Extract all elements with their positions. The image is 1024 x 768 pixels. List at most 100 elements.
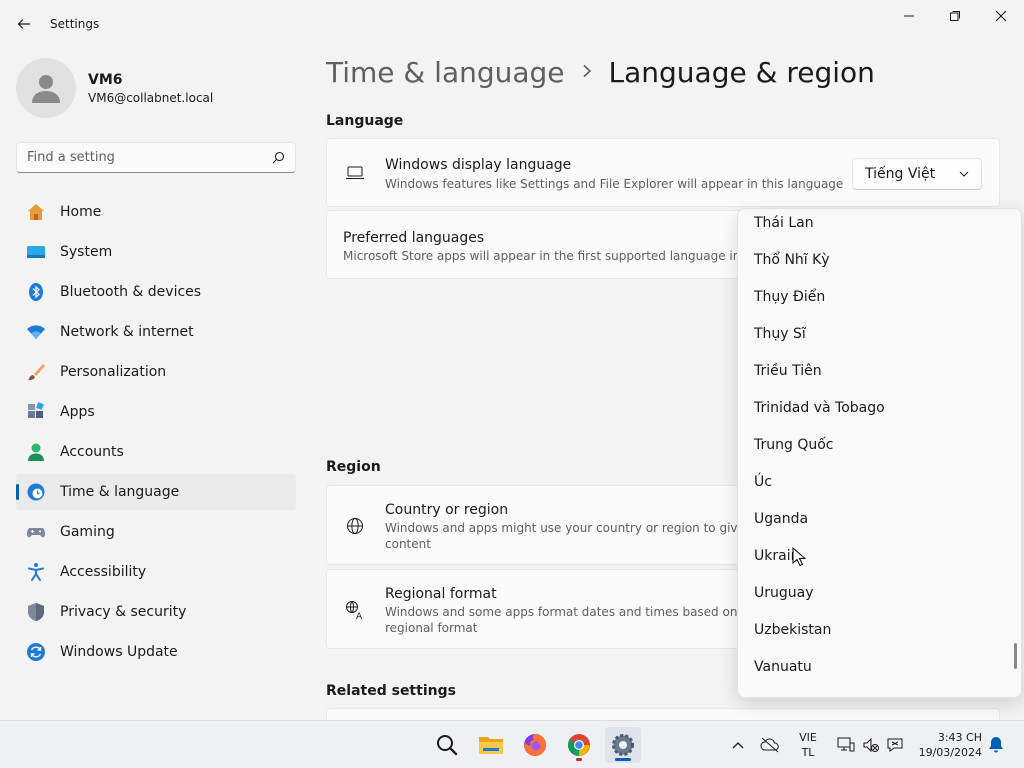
user-profile[interactable]: VM6 VM6@collabnet.local [16,58,213,118]
dropdown-option[interactable]: Trung Quốc [754,437,834,453]
gamepad-icon [26,522,46,542]
minimize-button[interactable] [886,0,932,32]
display-language-value: Tiếng Việt [865,166,936,182]
search-icon [437,735,458,756]
regional-format-icon: A [345,600,365,620]
show-hidden-icons-button[interactable] [728,735,748,755]
dropdown-scrollbar[interactable] [1014,643,1017,669]
chevron-down-icon [959,171,969,177]
globe-icon [345,516,365,536]
region-section-title: Region [326,459,381,475]
preferred-languages-title: Preferred languages [343,230,485,246]
country-region-desc-line2: content [385,537,431,551]
dropdown-option[interactable]: Úc [754,474,772,490]
language-bar[interactable] [885,735,905,755]
dropdown-option[interactable]: Thụy Điển [754,289,825,305]
dropdown-option[interactable]: Triều Tiên [754,363,822,379]
app-running-indicator [576,758,582,761]
sidebar-item-gaming[interactable]: Gaming [16,514,296,550]
back-arrow-icon [17,19,30,29]
sidebar-item-accounts[interactable]: Accounts [16,434,296,470]
language-section-title: Language [326,113,404,129]
home-icon [26,202,46,222]
file-explorer-icon [479,737,503,754]
dropdown-option[interactable]: Thụy Sĩ [754,326,806,342]
chat-icon [887,738,903,752]
app-active-indicator [615,758,631,761]
sidebar-item-system[interactable]: System [16,234,296,270]
preferred-languages-desc: Microsoft Store apps will appear in the … [343,249,783,263]
dropdown-option[interactable]: Uzbekistan [754,622,831,638]
dropdown-option[interactable]: Thái Lan [754,215,814,231]
minimize-icon [904,15,914,17]
volume-muted-icon [863,737,879,753]
clock-date: 19/03/2024 [918,746,982,759]
close-button[interactable] [978,0,1024,32]
chevron-right-icon [581,62,593,83]
system-icon [26,242,46,262]
sidebar-item-network[interactable]: Network & internet [16,314,296,350]
clock[interactable]: 3:43 CH 19/03/2024 [914,730,982,760]
country-region-desc-line1: Windows and apps might use your country … [385,521,771,535]
sidebar-item-time-language[interactable]: Time & language [16,474,296,510]
firefox-icon [524,733,547,756]
page-title: Language & region [608,56,875,89]
bluetooth-icon [26,282,46,302]
taskbar-firefox[interactable] [517,727,553,763]
search-box[interactable] [16,142,296,173]
regional-format-desc-line2: regional format [385,621,478,635]
close-icon [995,10,1007,22]
search-input[interactable] [27,150,272,165]
taskbar-file-explorer[interactable] [473,727,509,763]
taskbar: VIE TL 3:43 CH 19/03/2024 [0,720,1024,768]
user-email: VM6@collabnet.local [88,90,214,105]
taskbar-chrome[interactable] [561,727,597,763]
laptop-icon [345,163,365,183]
sidebar-item-personalization[interactable]: Personalization [16,354,296,390]
taskbar-settings[interactable] [605,727,641,763]
display-language-card: Windows display language Windows feature… [326,138,1000,207]
network-status[interactable] [836,735,856,755]
person-icon [32,75,60,103]
cloud-offline-icon [760,737,779,753]
sidebar-item-home[interactable]: Home [16,194,296,230]
brush-icon [26,362,46,382]
svg-text:A: A [356,612,363,620]
country-dropdown-list[interactable]: Thái Lan Thổ Nhĩ Kỳ Thụy Điển Thụy Sĩ Tr… [737,208,1022,698]
country-region-title: Country or region [385,502,509,518]
dropdown-option[interactable]: Uganda [754,511,808,527]
time-language-icon [26,482,46,502]
dropdown-option[interactable]: Trinidad và Tobago [754,400,885,416]
chrome-icon [568,734,590,756]
regional-format-title: Regional format [385,586,497,602]
notifications-button[interactable] [986,735,1006,755]
sidebar-item-windows-update[interactable]: Windows Update [16,634,296,670]
dropdown-option[interactable]: Uruguay [754,585,814,601]
sidebar-item-privacy[interactable]: Privacy & security [16,594,296,630]
shield-icon [26,602,46,622]
volume-status[interactable] [861,735,881,755]
dropdown-option[interactable]: Thổ Nhĩ Kỳ [754,252,830,268]
display-language-dropdown[interactable]: Tiếng Việt [852,158,982,190]
sidebar-item-bluetooth[interactable]: Bluetooth & devices [16,274,296,310]
sidebar-item-accessibility[interactable]: Accessibility [16,554,296,590]
sidebar-item-apps[interactable]: Apps [16,394,296,430]
input-language-indicator[interactable]: VIE TL [792,730,824,760]
clock-time: 3:43 CH [937,731,982,744]
breadcrumb-parent[interactable]: Time & language [326,56,565,89]
bell-icon [989,737,1003,753]
network-icon [837,737,855,752]
accounts-icon [26,442,46,462]
wifi-icon [26,322,46,342]
avatar [16,58,76,118]
user-name: VM6 [88,71,123,88]
display-language-desc: Windows features like Settings and File … [385,177,844,191]
maximize-button[interactable] [932,0,978,32]
onedrive-status[interactable] [760,735,780,755]
back-button[interactable] [10,12,38,36]
regional-format-desc-line1: Windows and some apps format dates and t… [385,605,769,619]
update-icon [26,642,46,662]
taskbar-search-button[interactable] [429,727,465,763]
breadcrumb: Time & language Language & region [326,56,875,89]
dropdown-option[interactable]: Vanuatu [754,659,812,675]
